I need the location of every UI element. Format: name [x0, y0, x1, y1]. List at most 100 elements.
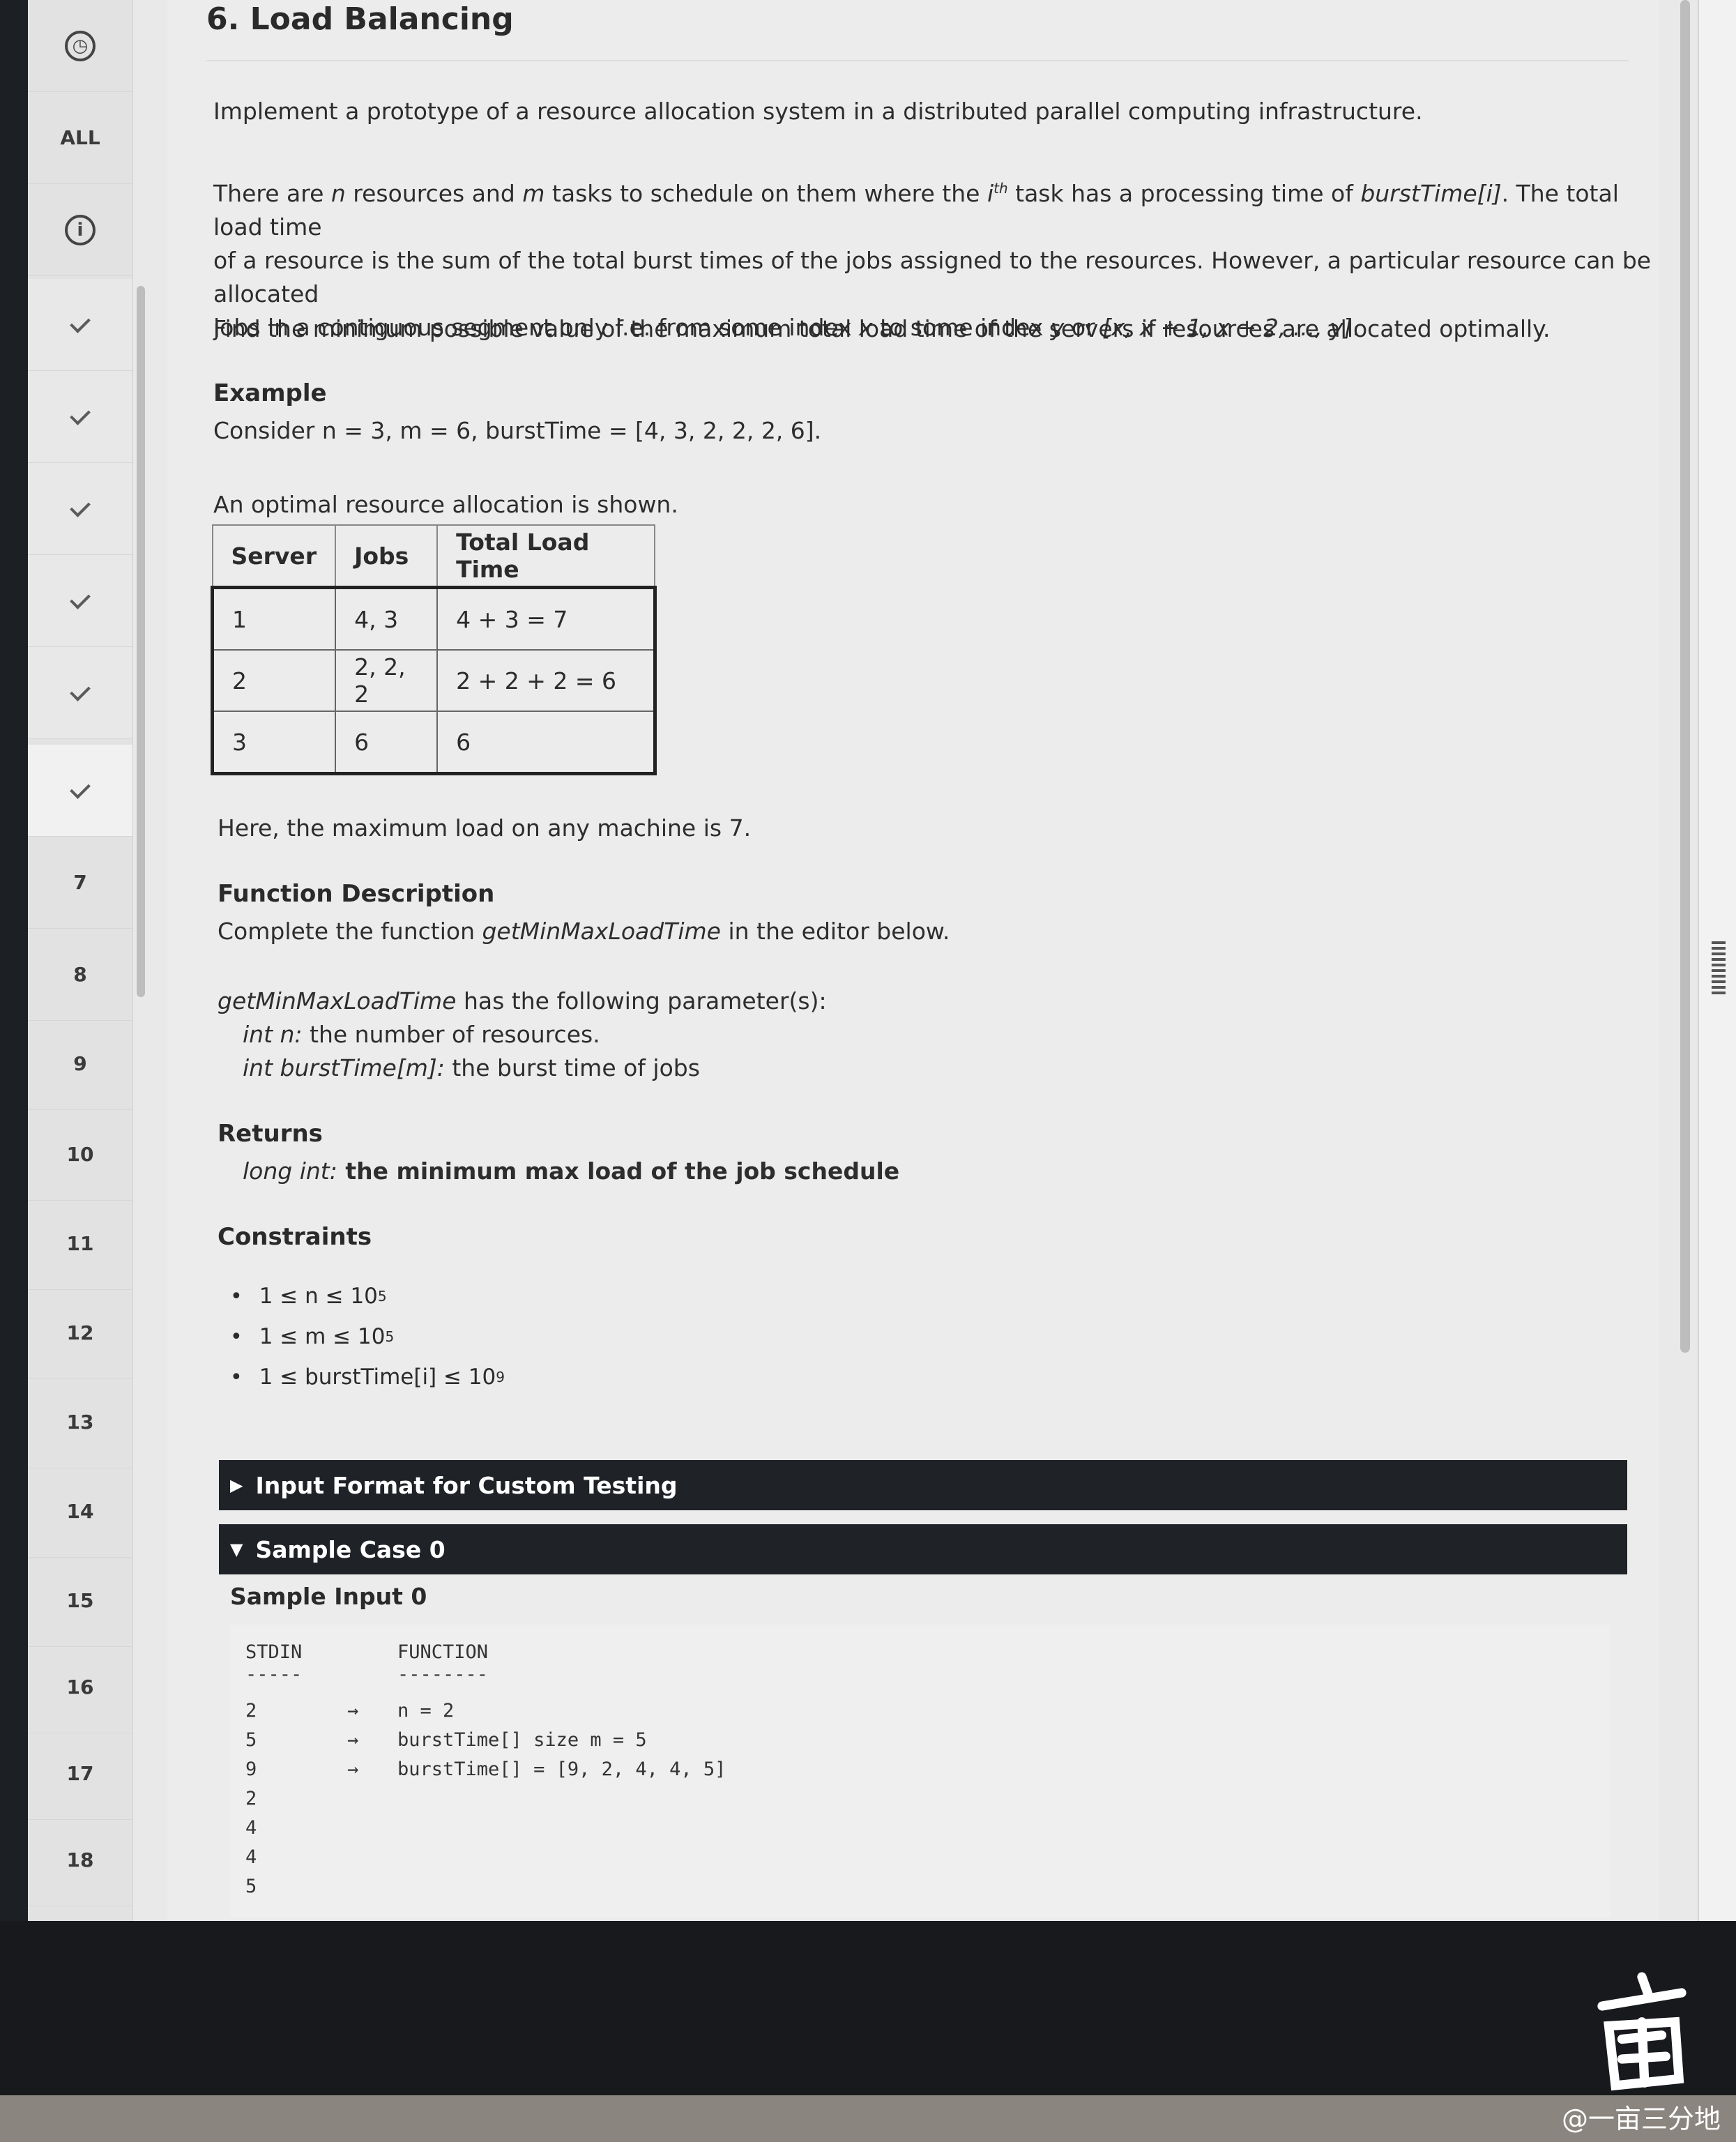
- title-divider: [206, 60, 1629, 61]
- nav-number: 15: [66, 1589, 94, 1612]
- nav-question-5[interactable]: [28, 647, 132, 739]
- table-row: 2 2, 2, 2 2 + 2 + 2 = 6: [211, 649, 656, 712]
- text: of a resource is the sum of the total bu…: [213, 247, 1652, 307]
- input-format-toggle[interactable]: ▶ Input Format for Custom Testing: [219, 1460, 1627, 1510]
- content-scrollbar[interactable]: [1680, 0, 1690, 1353]
- check-icon: [70, 680, 91, 701]
- nav-all-label: ALL: [60, 126, 100, 149]
- text: task has a processing time of: [1007, 180, 1361, 207]
- nav-question-2[interactable]: [28, 371, 132, 463]
- timer-icon-button[interactable]: ◷: [28, 0, 132, 92]
- watermark-logo-icon: [1597, 1972, 1686, 2091]
- text: Complete the function: [218, 918, 482, 945]
- nav-question-10[interactable]: 10: [28, 1109, 132, 1201]
- constraint-text: 1 ≤ m ≤ 10: [259, 1324, 386, 1349]
- constraints-heading: Constraints: [218, 1223, 372, 1251]
- return-desc: the minimum max load of the job schedule: [337, 1157, 900, 1185]
- nav-question-12[interactable]: 12: [28, 1287, 132, 1379]
- example-text: Consider n = 3, m = 6, burstTime = [4, 3…: [213, 417, 822, 444]
- stdin-line: 4: [245, 1846, 257, 1868]
- constraint-exponent: 9: [496, 1369, 505, 1385]
- info-button[interactable]: i: [28, 184, 132, 276]
- nav-number: 7: [73, 871, 87, 894]
- stdin-line: 9: [245, 1759, 257, 1780]
- param-type: int burstTime[m]:: [243, 1054, 445, 1081]
- sample-case-toggle[interactable]: ▼ Sample Case 0: [219, 1524, 1627, 1574]
- clock-icon: ◷: [65, 30, 96, 61]
- nav-question-7[interactable]: 7: [28, 837, 132, 929]
- section-label: Input Format for Custom Testing: [255, 1471, 678, 1499]
- param-desc: the number of resources.: [302, 1021, 600, 1048]
- table-cell: 6: [436, 711, 656, 775]
- table-row: 1 4, 3 4 + 3 = 7: [211, 586, 656, 651]
- constraint-item: 1 ≤ m ≤ 105: [230, 1316, 505, 1357]
- problem-goal: Find the minimum possible value of the m…: [213, 315, 1551, 342]
- stdin-line: 2: [245, 1700, 257, 1722]
- table-header: Server: [211, 524, 337, 588]
- constraint-text: 1 ≤ burstTime[i] ≤ 10: [259, 1365, 496, 1390]
- constraints-list: 1 ≤ n ≤ 105 1 ≤ m ≤ 105 1 ≤ burstTime[i]…: [230, 1276, 505, 1397]
- function-description: Complete the function getMinMaxLoadTime …: [218, 915, 950, 948]
- table-cell: 1: [211, 586, 337, 651]
- function-line: burstTime[] = [9, 2, 4, 4, 5]: [397, 1759, 726, 1780]
- nav-question-6[interactable]: [28, 745, 132, 837]
- screen: ◷ ALL i 7 8 9 10 11 12 13 14 15 16 17 18…: [28, 0, 1736, 1921]
- max-load-text: Here, the maximum load on any machine is…: [218, 814, 752, 842]
- nav-question-11[interactable]: 11: [28, 1198, 132, 1290]
- nav-number: 13: [66, 1411, 94, 1434]
- resize-handle-icon[interactable]: [1712, 941, 1726, 997]
- returns-text: long int: the minimum max load of the jo…: [243, 1155, 899, 1188]
- table-cell: 2: [211, 649, 337, 712]
- table-cell: 4, 3: [335, 586, 439, 651]
- stdin-line: 5: [245, 1876, 257, 1897]
- navigator-scrollbar[interactable]: [137, 286, 145, 997]
- function-name: getMinMaxLoadTime: [218, 987, 457, 1015]
- nav-question-17[interactable]: 17: [28, 1728, 132, 1820]
- allocation-table: Server Jobs Total Load Time 1 4, 3 4 + 3…: [211, 524, 657, 775]
- nav-question-18[interactable]: 18: [28, 1814, 132, 1906]
- check-icon: [70, 404, 91, 425]
- desk-surface: [0, 2095, 1736, 2142]
- nav-question-16[interactable]: 16: [28, 1641, 132, 1733]
- constraint-text: 1 ≤ n ≤ 10: [259, 1284, 378, 1309]
- table-cell: 2 + 2 + 2 = 6: [436, 649, 656, 712]
- function-name: getMinMaxLoadTime: [482, 918, 721, 945]
- var-i: i: [987, 180, 994, 207]
- nav-question-14[interactable]: 14: [28, 1466, 132, 1558]
- nav-question-1[interactable]: [28, 279, 132, 371]
- nav-question-4[interactable]: [28, 555, 132, 647]
- text: tasks to schedule on them where the: [545, 180, 987, 207]
- arrow-icon: →: [347, 1759, 359, 1780]
- param-bursttime: int burstTime[m]: the burst time of jobs: [243, 1051, 700, 1085]
- return-type: long int:: [243, 1157, 337, 1185]
- nav-number: 17: [66, 1762, 94, 1785]
- table-cell: 4 + 3 = 7: [436, 586, 656, 651]
- ordinal-suffix: th: [993, 180, 1008, 197]
- check-icon: [70, 777, 91, 799]
- nav-question-8[interactable]: 8: [28, 929, 132, 1021]
- constraint-item: 1 ≤ n ≤ 105: [230, 1276, 505, 1316]
- watermark-text: @一亩三分地: [1562, 2104, 1721, 2134]
- text: in the editor below.: [720, 918, 950, 945]
- problem-panel: 6. Load Balancing Implement a prototype …: [167, 0, 1659, 1921]
- param-type: int n:: [243, 1021, 303, 1048]
- table-cell: 6: [335, 711, 439, 775]
- check-icon: [70, 496, 91, 517]
- question-navigator: ◷ ALL i 7 8 9 10 11 12 13 14 15 16 17 18: [28, 0, 133, 1921]
- allocation-intro: An optimal resource allocation is shown.: [213, 491, 678, 518]
- var-m: m: [522, 180, 545, 207]
- nav-question-3[interactable]: [28, 463, 132, 555]
- nav-question-9[interactable]: 9: [28, 1018, 132, 1110]
- arrow-icon: →: [347, 1700, 359, 1722]
- problem-title: 6. Load Balancing: [206, 1, 514, 37]
- nav-question-15[interactable]: 15: [28, 1555, 132, 1647]
- nav-all[interactable]: ALL: [28, 92, 132, 184]
- stdin-rule: -----: [245, 1664, 303, 1685]
- nav-question-13[interactable]: 13: [28, 1376, 132, 1468]
- function-line: n = 2: [397, 1700, 455, 1722]
- check-icon: [70, 312, 91, 333]
- nav-number: 10: [66, 1143, 94, 1166]
- sample-input-heading: Sample Input 0: [230, 1583, 427, 1610]
- problem-intro: Implement a prototype of a resource allo…: [213, 98, 1423, 125]
- text: resources and: [345, 180, 523, 207]
